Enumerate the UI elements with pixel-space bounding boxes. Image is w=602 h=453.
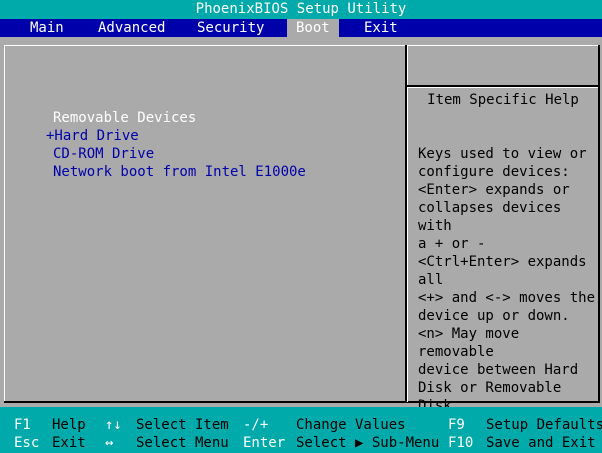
boot-item-hard-drive[interactable]: +Hard Drive	[46, 127, 376, 145]
hint-desc-select-menu: Select Menu	[136, 435, 229, 451]
boot-item-removable-devices[interactable]: Removable Devices	[46, 109, 376, 127]
menu-boot[interactable]: Boot	[287, 19, 339, 37]
hint-key-f9: F9	[448, 417, 465, 433]
hint-desc-select-submenu: Select ▶ Sub-Menu	[296, 435, 440, 451]
menu-advanced[interactable]: Advanced	[89, 19, 174, 37]
menu-bar: Main Advanced Security Boot Exit	[0, 19, 602, 37]
boot-panel: Removable Devices +Hard Drive CD-ROM Dri…	[0, 37, 602, 453]
hint-key-up-down: ↑↓	[105, 417, 122, 433]
hint-key-minus-plus: -/+	[243, 417, 269, 433]
hint-key-f1: F1	[14, 417, 31, 433]
hint-desc-select-item: Select Item	[136, 417, 229, 433]
key-hints-bar: F1 Help ↑↓ Select Item -/+ Change Values…	[0, 407, 602, 453]
hint-key-esc: Esc	[14, 435, 40, 451]
menu-security[interactable]: Security	[188, 19, 273, 37]
hint-key-enter: Enter	[243, 435, 286, 451]
hint-desc-exit: Exit	[52, 435, 86, 451]
help-title-divider	[407, 87, 598, 88]
boot-item-cdrom-drive[interactable]: CD-ROM Drive	[46, 145, 376, 163]
help-title: Item Specific Help	[427, 92, 579, 108]
hint-desc-change-values: Change Values	[296, 417, 406, 433]
hint-desc-setup-defaults: Setup Defaults	[486, 417, 602, 433]
hint-desc-save-and-exit: Save and Exit	[486, 435, 596, 451]
menu-exit[interactable]: Exit	[355, 19, 407, 37]
frame-border	[4, 45, 5, 401]
hint-key-f10: F10	[448, 435, 474, 451]
bios-title-bar: PhoenixBIOS Setup Utility	[0, 0, 602, 19]
boot-item-network-boot[interactable]: Network boot from Intel E1000e	[46, 163, 376, 181]
boot-order-list: Removable Devices +Hard Drive CD-ROM Dri…	[46, 109, 376, 181]
bios-title: PhoenixBIOS Setup Utility	[195, 1, 407, 17]
hint-desc-help: Help	[52, 417, 86, 433]
hint-key-left-right: ↔	[105, 435, 114, 451]
frame-border	[4, 45, 598, 46]
menu-main[interactable]: Main	[21, 19, 73, 37]
